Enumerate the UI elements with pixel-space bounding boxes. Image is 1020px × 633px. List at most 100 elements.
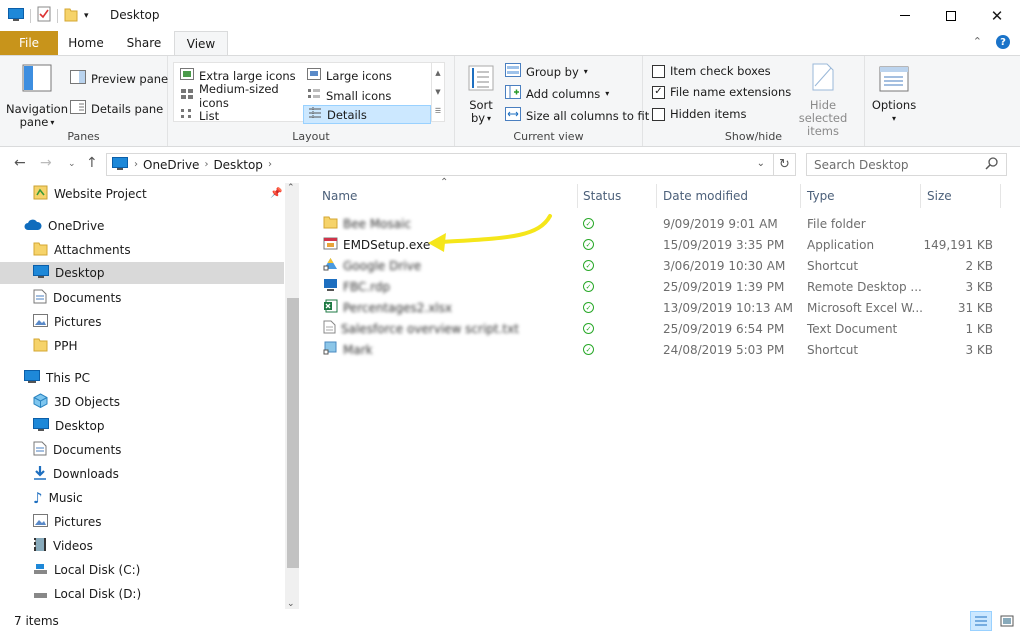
layout-details[interactable]: Details (303, 105, 431, 124)
nav-item-pictures-pc[interactable]: Pictures (33, 511, 102, 533)
scroll-down-icon[interactable]: ▼ (435, 88, 440, 96)
nav-item-music[interactable]: ♪ Music (33, 487, 83, 509)
nav-item-local-disk-c[interactable]: Local Disk (C:) (33, 559, 140, 581)
file-name-extensions-checkbox[interactable]: ✓ (652, 85, 665, 99)
file-row[interactable]: Salesforce overview script.txt ✓ 25/09/2… (315, 318, 1005, 339)
nav-item-desktop-pc[interactable]: Desktop (33, 415, 105, 437)
close-button[interactable]: ✕ (974, 0, 1020, 31)
maximize-button[interactable] (928, 0, 974, 31)
pictures-icon (33, 314, 48, 330)
nav-item-this-pc[interactable]: This PC (24, 367, 90, 389)
column-header-name[interactable]: Name (316, 184, 578, 208)
breadcrumb-chevron-icon[interactable]: › (134, 159, 138, 170)
address-history-dropdown-icon[interactable]: ⌄ (757, 158, 765, 169)
shortcut-icon (323, 341, 338, 358)
file-row[interactable]: EMDSetup.exe ✓ 15/09/2019 3:35 PM Applic… (315, 234, 1005, 255)
layout-list[interactable]: List (176, 106, 301, 125)
nav-item-website-project[interactable]: Website Project (33, 183, 147, 205)
file-type: Remote Desktop ... (807, 279, 922, 294)
navigation-pane-scroll-thumb[interactable] (287, 298, 299, 568)
file-name-extensions-toggle[interactable]: ✓ File name extensions (652, 85, 791, 99)
dropdown-arrow-icon: ▾ (891, 114, 896, 123)
scroll-up-icon[interactable]: ▲ (435, 69, 440, 77)
tab-view[interactable]: View (174, 31, 228, 56)
nav-item-videos[interactable]: Videos (33, 535, 93, 557)
refresh-icon[interactable]: ↻ (773, 154, 795, 175)
layout-large-icons[interactable]: Large icons (303, 66, 431, 85)
file-name-cell: EMDSetup.exe (323, 234, 430, 255)
nav-item-pph[interactable]: PPH (33, 335, 78, 357)
expand-gallery-icon[interactable]: ☰ (435, 107, 441, 115)
breadcrumb-desktop[interactable]: Desktop (213, 158, 263, 172)
explorer-window-icon[interactable] (8, 7, 24, 24)
size-columns-icon (505, 107, 521, 124)
search-input[interactable]: Search Desktop (814, 158, 909, 172)
layout-medium-icons[interactable]: Medium-sized icons (176, 82, 301, 110)
item-check-boxes-toggle[interactable]: Item check boxes (652, 64, 771, 78)
item-check-boxes-checkbox[interactable] (652, 64, 665, 78)
tab-file[interactable]: File (0, 31, 58, 55)
search-box[interactable]: Search Desktop (806, 153, 1007, 176)
file-row[interactable]: FBC.rdp ✓ 25/09/2019 1:39 PM Remote Desk… (315, 276, 1005, 297)
minimize-button[interactable] (882, 0, 928, 31)
add-columns-button[interactable]: Add columns ▾ (505, 85, 609, 102)
file-name-cell: Mark (323, 339, 373, 360)
cube-icon (33, 393, 48, 411)
nav-item-pictures-onedrive[interactable]: Pictures (33, 311, 102, 333)
nav-item-documents-onedrive[interactable]: Documents (33, 287, 121, 309)
desktop-location-icon (112, 156, 128, 173)
file-size: 1 KB (965, 321, 993, 336)
sort-by-button[interactable]: Sort by ▾ (463, 64, 499, 125)
navigation-pane-button[interactable]: Navigation pane ▾ (6, 64, 68, 129)
tab-share[interactable]: Share (114, 31, 174, 55)
up-arrow-icon[interactable]: ↑ (86, 155, 98, 171)
column-header-date-modified[interactable]: Date modified (657, 184, 801, 208)
nav-item-documents-pc[interactable]: Documents (33, 439, 121, 461)
hide-selected-items-button[interactable]: Hide selected items (785, 62, 861, 138)
pin-icon[interactable]: 📌 (270, 188, 282, 199)
details-view-toggle[interactable] (970, 611, 992, 631)
nav-item-downloads[interactable]: Downloads (33, 463, 119, 485)
nav-item-3d-objects[interactable]: 3D Objects (33, 391, 120, 413)
large-icons-view-toggle[interactable] (996, 611, 1018, 631)
file-row[interactable]: Mark ✓ 24/08/2019 5:03 PM Shortcut 3 KB (315, 339, 1005, 360)
search-icon[interactable] (985, 157, 998, 173)
recent-locations-icon[interactable]: ⌄ (68, 159, 76, 169)
preview-pane-button[interactable]: Preview pane (70, 70, 168, 87)
scroll-down-icon[interactable]: ⌄ (287, 599, 295, 609)
hidden-items-label: Hidden items (670, 107, 747, 121)
properties-icon[interactable] (37, 6, 51, 25)
forward-arrow-icon[interactable]: → (40, 155, 52, 171)
cloud-icon (24, 219, 42, 234)
nav-item-desktop-onedrive[interactable]: Desktop (0, 262, 284, 284)
column-header-status[interactable]: Status (577, 184, 657, 208)
address-bar[interactable]: › OneDrive › Desktop › ⌄ ↻ (106, 153, 796, 176)
hidden-items-toggle[interactable]: Hidden items (652, 107, 746, 121)
file-row[interactable]: Google Drive ✓ 3/06/2019 10:30 AM Shortc… (315, 255, 1005, 276)
customize-toolbar-dropdown-icon[interactable]: ▾ (84, 11, 89, 21)
details-pane-button[interactable]: Details pane (70, 100, 163, 117)
file-row[interactable]: Percentages2.xlsx ✓ 13/09/2019 10:13 AM … (315, 297, 1005, 318)
layout-small-icons[interactable]: Small icons (303, 86, 431, 105)
column-header-size[interactable]: Size (921, 184, 1001, 208)
hidden-items-checkbox[interactable] (652, 107, 665, 121)
back-arrow-icon[interactable]: ← (14, 155, 26, 171)
breadcrumb-chevron-icon[interactable]: › (268, 159, 272, 170)
file-row[interactable]: Bee Mosaic ✓ 9/09/2019 9:01 AM File fold… (315, 213, 1005, 234)
breadcrumb-chevron-icon[interactable]: › (204, 159, 208, 170)
group-by-button[interactable]: Group by ▾ (505, 63, 588, 80)
tab-home[interactable]: Home (58, 31, 114, 55)
nav-item-local-disk-d[interactable]: Local Disk (D:) (33, 583, 141, 605)
layout-gallery-scroller[interactable]: ▲ ▼ ☰ (431, 63, 444, 121)
nav-item-onedrive[interactable]: OneDrive (24, 215, 104, 237)
new-folder-icon[interactable] (64, 6, 78, 25)
nav-item-attachments[interactable]: Attachments (33, 239, 131, 261)
options-button[interactable]: Options ▾ (869, 66, 919, 125)
documents-icon (33, 289, 47, 307)
collapse-ribbon-icon[interactable]: ⌃ (973, 35, 982, 49)
size-all-columns-button[interactable]: Size all columns to fit (505, 107, 649, 124)
help-icon[interactable]: ? (996, 35, 1010, 49)
breadcrumb-onedrive[interactable]: OneDrive (143, 158, 199, 172)
scroll-up-icon[interactable]: ⌃ (287, 183, 295, 193)
column-header-type[interactable]: Type (801, 184, 921, 208)
